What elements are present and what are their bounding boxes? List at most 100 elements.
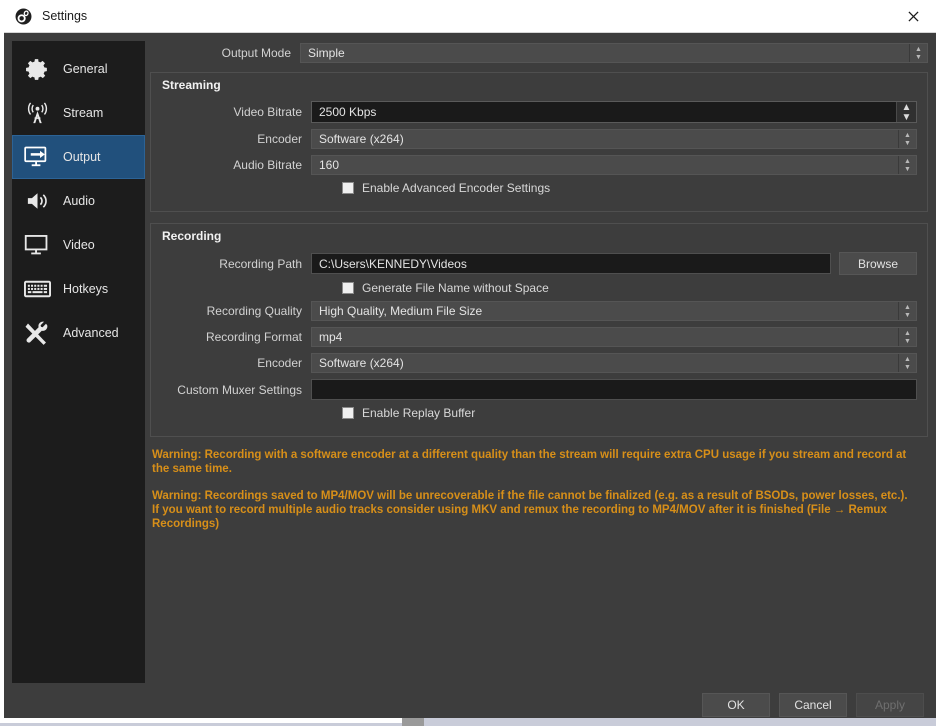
video-bitrate-spinner-icon[interactable]: ▲ ▼ [896, 102, 916, 122]
video-bitrate-label: Video Bitrate [233, 105, 303, 119]
recording-format-value: mp4 [319, 330, 343, 344]
settings-dialog: Settings General Stream Output Audio Vid… [4, 0, 936, 718]
streaming-group-title: Streaming [162, 78, 221, 92]
advanced-encoder-checkbox[interactable] [342, 182, 354, 194]
stream-encoder-value: Software (x264) [319, 132, 404, 146]
output-mode-select[interactable]: Simple ▲ ▼ [300, 43, 928, 63]
gear-icon [22, 54, 52, 84]
advanced-encoder-row: Enable Advanced Encoder Settings [161, 181, 917, 195]
video-bitrate-row: Video Bitrate 2500 Kbps ▲ ▼ [161, 101, 917, 123]
cancel-button[interactable]: Cancel [779, 692, 847, 717]
warning-message: Warning: Recording with a software encod… [152, 449, 907, 475]
recording-encoder-value: Software (x264) [319, 356, 404, 370]
chevron-down-icon: ▼ [904, 363, 911, 371]
recording-quality-value: High Quality, Medium File Size [319, 304, 483, 318]
chevron-up-icon: ▲ [904, 329, 911, 337]
recording-path-label: Recording Path [219, 256, 302, 271]
stream-encoder-select[interactable]: Software (x264) ▲ ▼ [311, 129, 917, 149]
chevron-down-icon: ▼ [904, 165, 911, 173]
close-icon[interactable] [890, 0, 936, 33]
chevron-down-icon: ▼ [904, 311, 911, 319]
dialog-footer: OK Cancel Apply [4, 683, 936, 726]
custom-muxer-label: Custom Muxer Settings [177, 382, 302, 397]
replay-buffer-label: Enable Replay Buffer [362, 406, 476, 420]
audio-bitrate-value: 160 [319, 158, 340, 172]
tools-icon [22, 318, 52, 348]
settings-sidebar: General Stream Output Audio Video Hotkey… [12, 41, 145, 683]
monitor-icon [22, 230, 52, 260]
settings-content-output: Output Mode Simple ▲ ▼ Streaming Video B… [145, 41, 928, 683]
ok-button[interactable]: OK [702, 692, 770, 717]
warning-message: Warning: Recordings saved to MP4/MOV wil… [152, 490, 908, 530]
custom-muxer-input[interactable] [311, 379, 917, 400]
chevron-up-icon: ▲ [915, 45, 922, 53]
custom-muxer-row: Custom Muxer Settings [161, 379, 917, 400]
output-mode-row: Output Mode Simple ▲ ▼ [150, 43, 928, 63]
output-mode-label: Output Mode [221, 46, 291, 60]
generate-no-space-label: Generate File Name without Space [362, 281, 549, 295]
sidebar-item-label: Stream [63, 106, 104, 120]
recording-group-title: Recording [162, 229, 222, 243]
sidebar-item-label: Hotkeys [63, 282, 109, 296]
stream-encoder-spinner-icon[interactable]: ▲ ▼ [898, 130, 916, 148]
output-mode-spinner-icon[interactable]: ▲ ▼ [909, 44, 927, 62]
keyboard-icon [22, 274, 52, 304]
audio-bitrate-spinner-icon[interactable]: ▲ ▼ [898, 156, 916, 174]
chevron-up-icon: ▲ [901, 101, 912, 113]
sidebar-item-hotkeys[interactable]: Hotkeys [12, 267, 145, 311]
recording-format-row: Recording Format mp4 ▲ ▼ [161, 327, 917, 347]
sidebar-item-label: Output [63, 150, 101, 164]
stream-encoder-label: Encoder [257, 132, 302, 146]
recording-path-row: Recording Path C:\Users\KENNEDY\Videos B… [161, 252, 917, 275]
chevron-down-icon: ▼ [901, 111, 912, 123]
recording-format-spinner-icon[interactable]: ▲ ▼ [898, 328, 916, 346]
sidebar-item-video[interactable]: Video [12, 223, 145, 267]
recording-encoder-spinner-icon[interactable]: ▲ ▼ [898, 354, 916, 372]
recording-encoder-label: Encoder [257, 356, 302, 370]
sidebar-item-audio[interactable]: Audio [12, 179, 145, 223]
recording-quality-select[interactable]: High Quality, Medium File Size ▲ ▼ [311, 301, 917, 321]
advanced-encoder-label: Enable Advanced Encoder Settings [362, 181, 551, 195]
recording-quality-row: Recording Quality High Quality, Medium F… [161, 301, 917, 321]
recording-format-select[interactable]: mp4 ▲ ▼ [311, 327, 917, 347]
recording-encoder-row: Encoder Software (x264) ▲ ▼ [161, 353, 917, 373]
video-bitrate-spinbox[interactable]: 2500 Kbps ▲ ▼ [311, 101, 917, 123]
broadcast-icon [22, 98, 52, 128]
chevron-up-icon: ▲ [904, 131, 911, 139]
monitor-arrow-icon [22, 142, 52, 172]
obs-logo-icon [15, 8, 32, 25]
sidebar-item-label: Advanced [63, 326, 119, 340]
dialog-body: General Stream Output Audio Video Hotkey… [4, 33, 936, 683]
sidebar-item-output[interactable]: Output [12, 135, 145, 179]
recording-encoder-select[interactable]: Software (x264) ▲ ▼ [311, 353, 917, 373]
generate-no-space-checkbox[interactable] [342, 282, 354, 294]
recording-quality-spinner-icon[interactable]: ▲ ▼ [898, 302, 916, 320]
chevron-up-icon: ▲ [904, 355, 911, 363]
audio-bitrate-row: Audio Bitrate 160 ▲ ▼ [161, 155, 917, 175]
sidebar-item-label: General [63, 62, 108, 76]
stream-encoder-row: Encoder Software (x264) ▲ ▼ [161, 129, 917, 149]
sidebar-item-label: Video [63, 238, 95, 252]
recording-quality-label: Recording Quality [206, 304, 302, 318]
apply-button: Apply [856, 692, 924, 717]
chevron-down-icon: ▼ [915, 53, 922, 61]
chevron-up-icon: ▲ [904, 303, 911, 311]
chevron-up-icon: ▲ [904, 157, 911, 165]
streaming-group: Streaming Video Bitrate 2500 Kbps ▲ ▼ En… [150, 72, 928, 212]
recording-path-input[interactable]: C:\Users\KENNEDY\Videos [311, 253, 831, 274]
sidebar-item-general[interactable]: General [12, 47, 145, 91]
audio-bitrate-label: Audio Bitrate [233, 158, 302, 172]
sidebar-item-label: Audio [63, 194, 95, 208]
sidebar-item-advanced[interactable]: Advanced [12, 311, 145, 355]
generate-no-space-row: Generate File Name without Space [161, 281, 917, 295]
browse-button[interactable]: Browse [839, 252, 917, 275]
speaker-icon [22, 186, 52, 216]
audio-bitrate-select[interactable]: 160 ▲ ▼ [311, 155, 917, 175]
page-title: Settings [42, 9, 88, 23]
warnings-block: Warning: Recording with a software encod… [150, 448, 928, 531]
title-bar: Settings [4, 0, 936, 33]
recording-group: Recording Recording Path C:\Users\KENNED… [150, 223, 928, 437]
sidebar-item-stream[interactable]: Stream [12, 91, 145, 135]
chevron-down-icon: ▼ [904, 139, 911, 147]
replay-buffer-checkbox[interactable] [342, 407, 354, 419]
